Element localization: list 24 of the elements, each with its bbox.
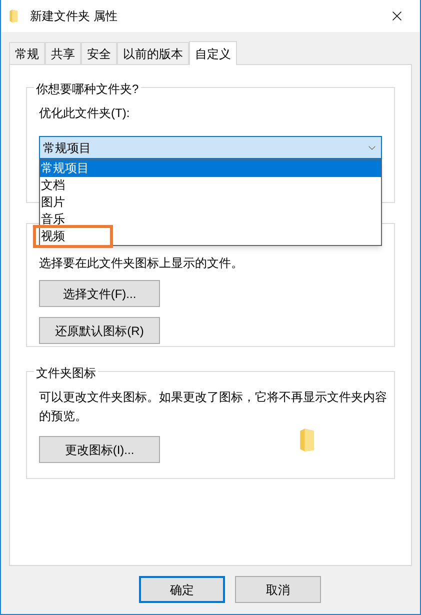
dialog-button[interactable]: 确定 bbox=[139, 576, 225, 603]
description-text: 选择要在此文件夹图标上显示的文件。 bbox=[39, 255, 244, 272]
folder-icon bbox=[299, 426, 315, 452]
dialog-button[interactable]: 取消 bbox=[235, 576, 321, 603]
dropdown-option[interactable]: 图片 bbox=[40, 194, 381, 211]
field-label: 优化此文件夹(T): bbox=[39, 105, 131, 122]
tab[interactable]: 安全 bbox=[81, 42, 117, 64]
dialog-button[interactable]: 选择文件(F)... bbox=[39, 280, 160, 307]
group-title: 文件夹图标 bbox=[34, 364, 98, 382]
dialog-button[interactable]: 还原默认图标(R) bbox=[39, 317, 160, 344]
window-title: 新建文件夹 属性 bbox=[30, 8, 118, 25]
tab[interactable]: 常规 bbox=[9, 42, 45, 64]
description-text: 可以更改文件夹图标。如果更改了图标，它将不再显示文件夹内容的预览。 bbox=[39, 389, 388, 425]
tab[interactable]: 自定义 bbox=[189, 41, 237, 65]
folder-type-dropdown[interactable]: 常规项目 bbox=[39, 136, 382, 159]
group-title: 你想要哪种文件夹? bbox=[34, 80, 141, 98]
tab[interactable]: 以前的版本 bbox=[117, 42, 189, 64]
folder-icon bbox=[9, 9, 18, 23]
tab[interactable]: 共享 bbox=[45, 42, 81, 64]
dropdown-option[interactable]: 视频 bbox=[36, 228, 110, 245]
dialog-button[interactable]: 更改图标(I)... bbox=[39, 436, 160, 463]
dropdown-option[interactable]: 音乐 bbox=[40, 211, 381, 228]
dropdown-option[interactable]: 文档 bbox=[40, 177, 381, 194]
dropdown-option[interactable]: 常规项目 bbox=[40, 160, 381, 177]
